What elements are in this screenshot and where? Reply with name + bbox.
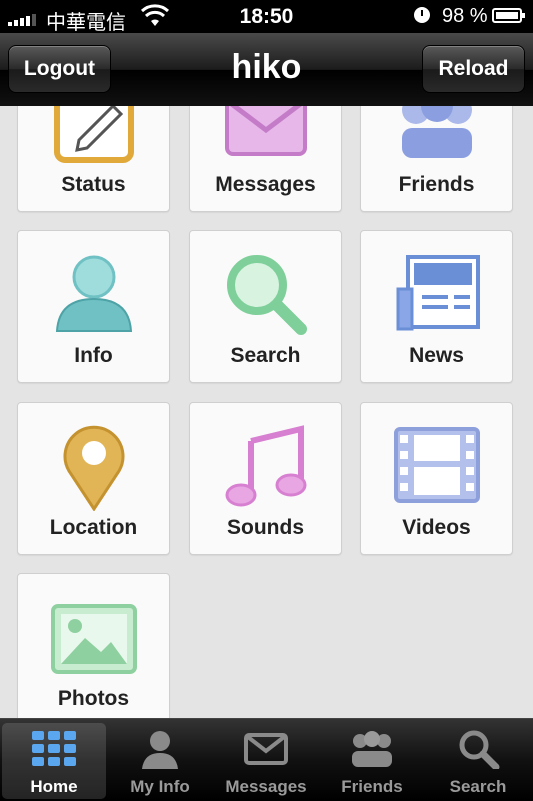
tile-label: Location — [49, 516, 138, 539]
music-note-icon — [225, 425, 307, 507]
tile-info[interactable]: Info — [17, 230, 170, 383]
tile-sounds[interactable]: Sounds — [189, 402, 342, 555]
battery-percent: 98 % — [442, 5, 488, 27]
tile-label: Videos — [402, 516, 471, 539]
friends-icon — [352, 731, 392, 767]
tile-label: Photos — [57, 687, 130, 710]
tile-status[interactable]: Status — [17, 106, 170, 212]
tile-label: News — [409, 344, 464, 367]
status-icon — [54, 106, 134, 163]
tile-friends[interactable]: Friends — [360, 106, 513, 212]
tab-label: Home — [30, 777, 78, 796]
tab-label: Search — [449, 777, 507, 796]
home-grid-icon — [32, 731, 76, 766]
reload-button[interactable]: Reload — [422, 45, 525, 93]
tab-messages[interactable]: Messages — [214, 723, 318, 799]
person-icon — [55, 255, 133, 332]
tab-label: Messages — [225, 777, 307, 796]
picture-icon — [51, 604, 137, 674]
magnifier-icon — [227, 255, 307, 335]
mail-icon — [225, 106, 307, 156]
tile-videos[interactable]: Videos — [360, 402, 513, 555]
tile-label: Search — [230, 344, 301, 367]
tile-location[interactable]: Location — [17, 402, 170, 555]
tab-label: My Info — [130, 777, 190, 796]
tab-search[interactable]: Search — [426, 723, 530, 799]
magnifier-icon — [459, 730, 500, 769]
tab-bar: Home My Info Messages Friends Search — [0, 718, 533, 801]
tab-home[interactable]: Home — [2, 723, 106, 799]
tab-label: Friends — [341, 777, 403, 796]
tile-label: Sounds — [227, 516, 304, 539]
status-bar: 中華電信 18:50 98 % — [0, 0, 533, 34]
clock-icon — [414, 7, 430, 23]
tile-label: Messages — [215, 173, 316, 196]
film-icon — [394, 427, 480, 503]
tile-label: Status — [61, 173, 126, 196]
tab-friends[interactable]: Friends — [320, 723, 424, 799]
newspaper-icon — [396, 255, 480, 331]
map-pin-icon — [63, 425, 125, 511]
friends-icon — [402, 106, 472, 158]
tab-my-info[interactable]: My Info — [108, 723, 212, 799]
battery-icon — [492, 8, 525, 23]
person-icon — [142, 731, 178, 769]
tile-messages[interactable]: Messages — [189, 106, 342, 212]
tile-photos[interactable]: Photos — [17, 573, 170, 718]
tile-search[interactable]: Search — [189, 230, 342, 383]
tile-label: Friends — [398, 173, 475, 196]
tile-news[interactable]: News — [360, 230, 513, 383]
tile-label: Info — [74, 344, 113, 367]
menu-grid: Status Messages Friends Info Search News… — [0, 106, 533, 718]
mail-icon — [244, 733, 288, 765]
navigation-bar: Logout hiko Reload — [0, 33, 533, 107]
